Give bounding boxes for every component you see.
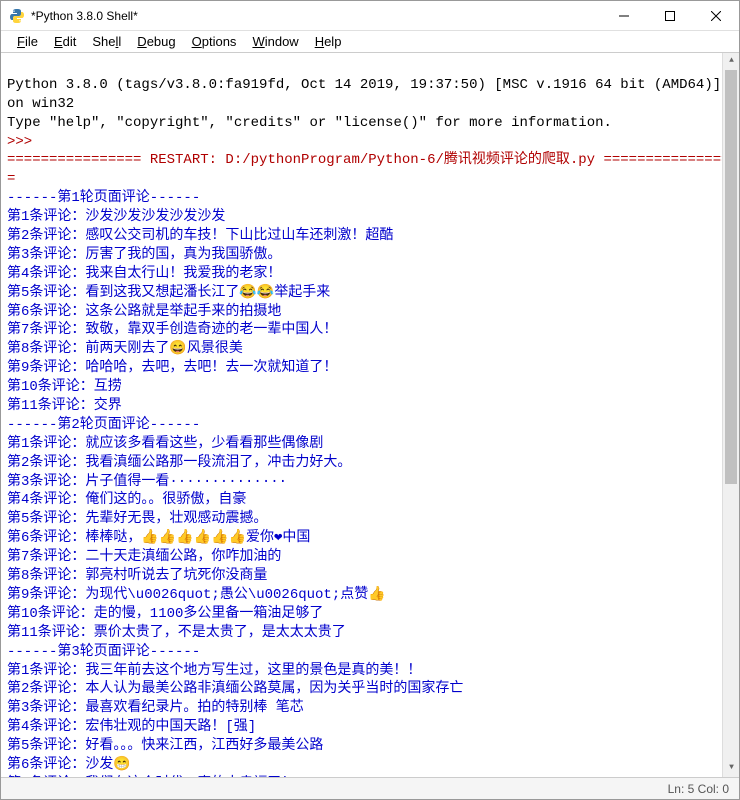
titlebar: *Python 3.8.0 Shell* [1,1,739,31]
shell-output-line: 第5条评论：看到这我又想起潘长江了😂😂举起手来 [7,284,733,303]
scrollbar-down-icon[interactable]: ▼ [723,760,739,777]
shell-output-line: 第6条评论：这条公路就是举起手来的拍摄地 [7,303,733,322]
shell-output-line: 第7条评论：我们在这个时代，真的太幸福了！ [7,775,733,777]
shell-output-line: 第11条评论：交界 [7,397,733,416]
shell-output-line: 第9条评论：为现代\u0026quot;愚公\u0026quot;点赞👍 [7,586,733,605]
menu-window[interactable]: Window [244,32,306,51]
menu-shell[interactable]: Shell [84,32,129,51]
close-button[interactable] [693,1,739,31]
shell-output-line: 第8条评论：前两天刚去了😄风景很美 [7,340,733,359]
shell-output-line: 第11条评论：票价太贵了，不是太贵了，是太太太贵了 [7,624,733,643]
menu-file[interactable]: File [9,32,46,51]
window-controls [601,1,739,31]
shell-output-line: 第9条评论：哈哈哈，去吧，去吧！去一次就知道了！ [7,359,733,378]
scrollbar-up-icon[interactable]: ▲ [723,53,739,70]
scrollbar-track[interactable] [723,70,739,760]
shell-output-line: 第4条评论：我来自太行山！我爱我的老家！ [7,265,733,284]
scrollbar-thumb[interactable] [725,70,737,484]
shell-output-line: 第10条评论：走的慢，1100多公里备一箱油足够了 [7,605,733,624]
shell-output-line: 第1条评论：我三年前去这个地方写生过，这里的景色是真的美！！ [7,662,733,681]
shell-output-line: 第4条评论：宏伟壮观的中国天路！[强] [7,718,733,737]
shell-header2: Type "help", "copyright", "credits" or "… [7,115,612,131]
shell-restart: ================ RESTART: D:/pythonProgr… [7,152,730,187]
shell-output-lines: ------第1轮页面评论------第1条评论：沙发沙发沙发沙发沙发第2条评论… [7,189,733,777]
shell-output-line: 第5条评论：先辈好无畏，壮观感动震撼。 [7,510,733,529]
cursor-position: Ln: 5 Col: 0 [668,782,729,796]
shell-output-line: 第7条评论：二十天走滇缅公路，你咋加油的 [7,548,733,567]
shell-output-line: ------第1轮页面评论------ [7,189,733,208]
shell-output-line: 第6条评论：棒棒哒，👍👍👍👍👍👍爱你❤中国 [7,529,733,548]
shell-output-line: 第6条评论：沙发😁 [7,756,733,775]
shell-output-line: 第7条评论：致敬，靠双手创造奇迹的老一辈中国人！ [7,321,733,340]
shell-output-line: 第2条评论：感叹公交司机的车技！下山比过山车还刺激！超酷 [7,227,733,246]
shell-output-line: 第2条评论：本人认为最美公路非滇缅公路莫属，因为关乎当时的国家存亡 [7,680,733,699]
shell-output-line: 第3条评论：厉害了我的国，真为我国骄傲。 [7,246,733,265]
window-title: *Python 3.8.0 Shell* [31,9,601,23]
shell-output-line: 第1条评论：就应该多看看这些，少看看那些偶像剧 [7,435,733,454]
shell-header: Python 3.8.0 (tags/v3.8.0:fa919fd, Oct 1… [7,77,730,112]
shell-output-line: 第10条评论：互捞 [7,378,733,397]
shell-output-line: 第8条评论：郭亮村听说去了坑死你没商量 [7,567,733,586]
menu-options[interactable]: Options [184,32,245,51]
maximize-button[interactable] [647,1,693,31]
python-icon [9,8,25,24]
scrollbar[interactable]: ▲ ▼ [722,53,739,777]
shell-output-line: ------第3轮页面评论------ [7,643,733,662]
shell-output-line: ------第2轮页面评论------ [7,416,733,435]
shell-output-line: 第3条评论：最喜欢看纪录片。拍的特别棒 笔芯 [7,699,733,718]
shell-output-line: 第1条评论：沙发沙发沙发沙发沙发 [7,208,733,227]
shell-output-line: 第4条评论：俺们这的。。很骄傲，自豪 [7,491,733,510]
menu-edit[interactable]: Edit [46,32,84,51]
minimize-button[interactable] [601,1,647,31]
menubar: File Edit Shell Debug Options Window Hel… [1,31,739,53]
shell-prompt: >>> [7,134,41,150]
menu-debug[interactable]: Debug [129,32,183,51]
shell-output-line: 第5条评论：好看。。。快来江西，江西好多最美公路 [7,737,733,756]
menu-help[interactable]: Help [307,32,350,51]
statusbar: Ln: 5 Col: 0 [1,777,739,799]
shell-output-line: 第2条评论：我看滇缅公路那一段流泪了，冲击力好大。 [7,454,733,473]
shell-output-line: 第3条评论：片子值得一看·············· [7,473,733,492]
shell-output[interactable]: Python 3.8.0 (tags/v3.8.0:fa919fd, Oct 1… [1,53,739,777]
